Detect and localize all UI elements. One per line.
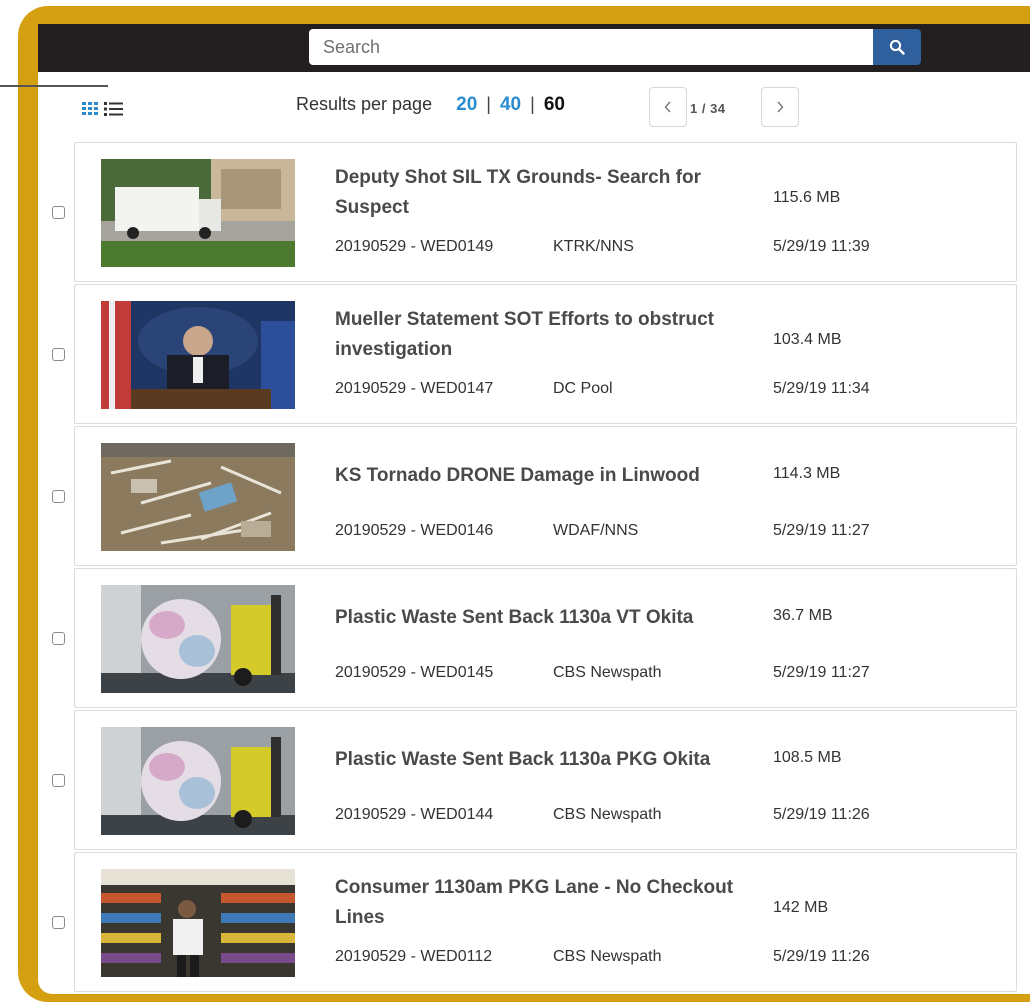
result-id: 20190529 - WED0147 bbox=[335, 380, 494, 397]
next-page-button[interactable] bbox=[761, 87, 799, 127]
result-source: KTRK/NNS bbox=[553, 238, 634, 255]
result-title[interactable]: KS Tornado DRONE Damage in Linwood bbox=[335, 461, 775, 491]
results-per-page: Results per page 20 | 40 | 60 bbox=[296, 94, 565, 116]
grid-view-icon[interactable] bbox=[82, 101, 100, 117]
result-id: 20190529 - WED0112 bbox=[335, 948, 493, 965]
search-button[interactable] bbox=[873, 29, 921, 65]
result-size: 115.6 MB bbox=[773, 189, 841, 206]
result-card: Consumer 1130am PKG Lane - No Checkout L… bbox=[74, 852, 1017, 992]
row-checkbox[interactable] bbox=[52, 206, 65, 219]
rpp-option-20[interactable]: 20 bbox=[456, 94, 477, 115]
result-source: WDAF/NNS bbox=[553, 522, 639, 539]
rpp-separator: | bbox=[486, 94, 491, 114]
result-card: KS Tornado DRONE Damage in Linwood 20190… bbox=[74, 426, 1017, 566]
chevron-left-icon bbox=[664, 101, 671, 113]
thumbnail-image[interactable] bbox=[101, 585, 295, 693]
thumbnail-image[interactable] bbox=[101, 443, 295, 551]
result-title[interactable]: Mueller Statement SOT Efforts to obstruc… bbox=[335, 305, 775, 365]
result-date: 5/29/19 11:39 bbox=[773, 238, 870, 255]
result-title[interactable]: Consumer 1130am PKG Lane - No Checkout L… bbox=[335, 873, 775, 933]
row-checkbox[interactable] bbox=[52, 490, 65, 503]
result-title[interactable]: Plastic Waste Sent Back 1130a PKG Okita bbox=[335, 745, 775, 775]
result-date: 5/29/19 11:26 bbox=[773, 948, 870, 965]
result-source: CBS Newspath bbox=[553, 806, 662, 823]
thumbnail-image[interactable] bbox=[101, 159, 295, 267]
result-size: 36.7 MB bbox=[773, 607, 833, 624]
rpp-option-40[interactable]: 40 bbox=[500, 94, 521, 115]
list-item: KS Tornado DRONE Damage in Linwood 20190… bbox=[38, 426, 1030, 568]
page-indicator: 1 / 34 bbox=[690, 101, 726, 116]
result-date: 5/29/19 11:27 bbox=[773, 522, 870, 539]
result-size: 103.4 MB bbox=[773, 331, 842, 348]
row-checkbox[interactable] bbox=[52, 916, 65, 929]
list-item: Plastic Waste Sent Back 1130a VT Okita 2… bbox=[38, 568, 1030, 710]
result-date: 5/29/19 11:27 bbox=[773, 664, 870, 681]
result-card: Deputy Shot SIL TX Grounds- Search for S… bbox=[74, 142, 1017, 282]
rpp-option-60[interactable]: 60 bbox=[544, 94, 565, 115]
results-per-page-label: Results per page bbox=[296, 94, 433, 114]
list-view-icon[interactable] bbox=[104, 101, 124, 117]
rpp-separator: | bbox=[530, 94, 535, 114]
result-id: 20190529 - WED0149 bbox=[335, 238, 494, 255]
result-size: 108.5 MB bbox=[773, 749, 842, 766]
thumbnail-image[interactable] bbox=[101, 301, 295, 409]
result-card: Mueller Statement SOT Efforts to obstruc… bbox=[74, 284, 1017, 424]
result-date: 5/29/19 11:34 bbox=[773, 380, 870, 397]
result-title[interactable]: Plastic Waste Sent Back 1130a VT Okita bbox=[335, 603, 775, 633]
row-checkbox[interactable] bbox=[52, 348, 65, 361]
result-card: Plastic Waste Sent Back 1130a VT Okita 2… bbox=[74, 568, 1017, 708]
result-size: 142 MB bbox=[773, 899, 829, 916]
result-source: CBS Newspath bbox=[553, 948, 662, 965]
row-checkbox[interactable] bbox=[52, 774, 65, 787]
search-input[interactable] bbox=[309, 29, 873, 65]
result-id: 20190529 - WED0145 bbox=[335, 664, 494, 681]
thumbnail-image[interactable] bbox=[101, 869, 295, 977]
results-panel: Results per page 20 | 40 | 60 1 / 34 bbox=[38, 24, 1030, 994]
thumbnail-image[interactable] bbox=[101, 727, 295, 835]
result-date: 5/29/19 11:26 bbox=[773, 806, 870, 823]
result-card: Plastic Waste Sent Back 1130a PKG Okita … bbox=[74, 710, 1017, 850]
result-source: CBS Newspath bbox=[553, 664, 662, 681]
list-item: Deputy Shot SIL TX Grounds- Search for S… bbox=[38, 142, 1030, 284]
callout-line bbox=[0, 85, 108, 87]
result-source: DC Pool bbox=[553, 380, 613, 397]
prev-page-button[interactable] bbox=[649, 87, 687, 127]
chevron-right-icon bbox=[777, 101, 784, 113]
result-title[interactable]: Deputy Shot SIL TX Grounds- Search for S… bbox=[335, 163, 775, 223]
search-icon bbox=[889, 39, 905, 55]
result-size: 114.3 MB bbox=[773, 465, 841, 482]
result-id: 20190529 - WED0144 bbox=[335, 806, 494, 823]
list-item: Plastic Waste Sent Back 1130a PKG Okita … bbox=[38, 710, 1030, 852]
top-bar bbox=[38, 24, 1030, 72]
list-item: Consumer 1130am PKG Lane - No Checkout L… bbox=[38, 852, 1030, 994]
list-item: Mueller Statement SOT Efforts to obstruc… bbox=[38, 284, 1030, 426]
result-id: 20190529 - WED0146 bbox=[335, 522, 494, 539]
results-toolbar: Results per page 20 | 40 | 60 1 / 34 bbox=[38, 72, 1030, 144]
row-checkbox[interactable] bbox=[52, 632, 65, 645]
